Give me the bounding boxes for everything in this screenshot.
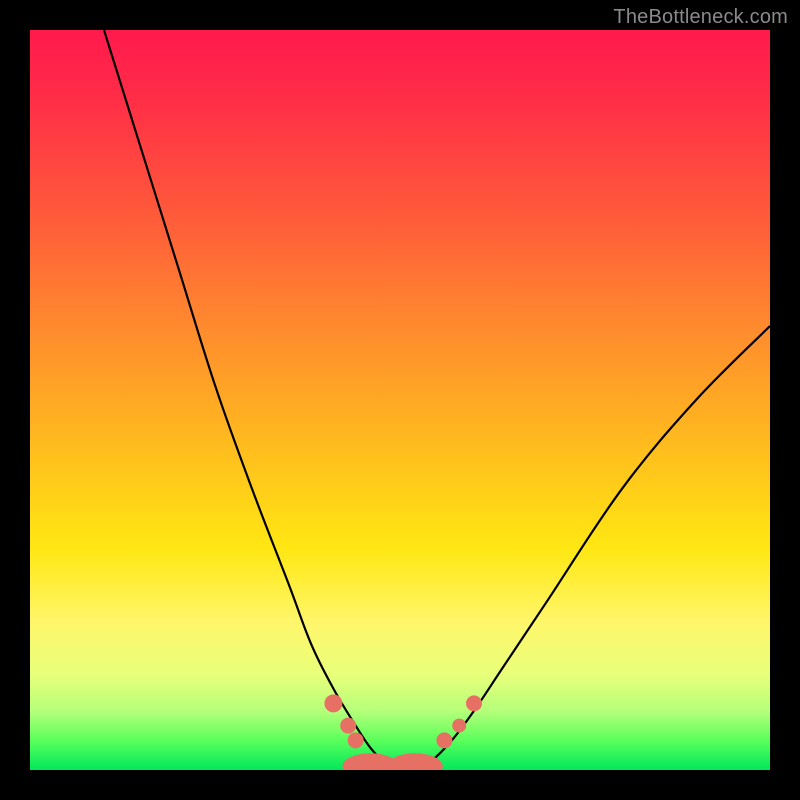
highlight-dot (348, 732, 364, 748)
curve-path (104, 30, 770, 770)
highlight-dot (466, 695, 482, 711)
highlight-dot (436, 732, 452, 748)
bottleneck-curve (104, 30, 770, 770)
chart-frame: TheBottleneck.com (0, 0, 800, 800)
highlight-dot (387, 753, 443, 770)
highlight-dot (340, 718, 356, 734)
chart-svg (30, 30, 770, 770)
highlight-dot (452, 719, 466, 733)
plot-area (30, 30, 770, 770)
highlight-dots (324, 694, 482, 770)
highlight-dot (324, 694, 342, 712)
watermark-text: TheBottleneck.com (613, 6, 788, 29)
